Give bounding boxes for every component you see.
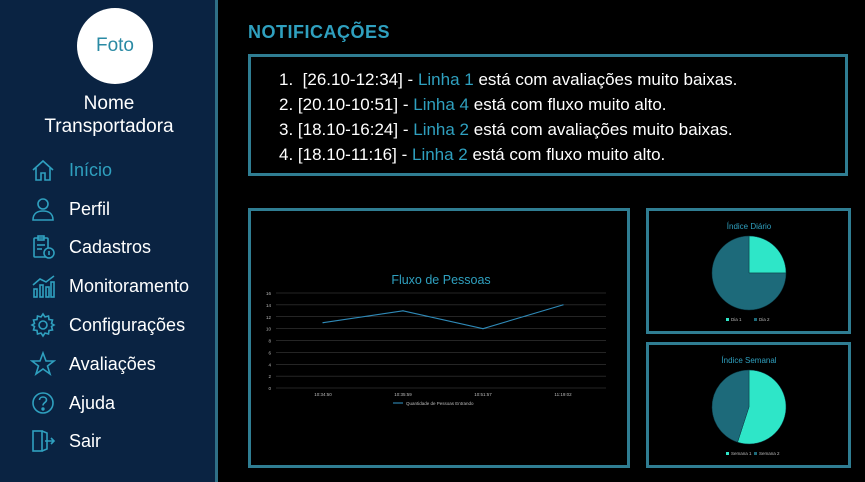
sidebar: Foto Nome Transportadora Início Perfil C… bbox=[0, 0, 218, 482]
notification-timestamp: [26.10-12:34] - bbox=[302, 70, 414, 89]
notification-timestamp: [18.10-16:24] - bbox=[297, 120, 409, 139]
notification-text: está com fluxo muito alto. bbox=[472, 145, 666, 164]
weekly-index-pie-chart: Índice Semanal Semana 1 Semana 2 bbox=[711, 356, 787, 456]
sidebar-item-cadastros[interactable]: Cadastros bbox=[30, 232, 215, 262]
company-name-line2: Transportadora bbox=[44, 116, 174, 137]
notification-text: está com avaliações muito baixas. bbox=[478, 70, 738, 89]
notification-item[interactable]: 1. [26.10-12:34] - Linha 1 está com aval… bbox=[279, 67, 737, 92]
y-tick-label: 10 bbox=[266, 327, 272, 332]
notification-line-link[interactable]: Linha 2 bbox=[412, 145, 468, 164]
data-point bbox=[562, 304, 564, 306]
sidebar-item-perfil[interactable]: Perfil bbox=[30, 194, 215, 224]
data-point bbox=[482, 328, 484, 330]
legend-label: Dia 1 bbox=[731, 317, 742, 322]
logout-icon bbox=[32, 430, 56, 452]
notification-line-link[interactable]: Linha 4 bbox=[413, 95, 469, 114]
y-tick-label: 8 bbox=[268, 339, 271, 344]
flow-chart-panel: Fluxo de Pessoas 0 2 4 6 8 10 12 14 16 10:34:50 10:… bbox=[248, 208, 630, 468]
weekly-index-panel: Índice Semanal Semana 1 Semana 2 bbox=[646, 342, 851, 468]
avatar[interactable]: Foto bbox=[77, 8, 153, 84]
sidebar-item-sair[interactable]: Sair bbox=[30, 426, 215, 456]
sidebar-item-label: Ajuda bbox=[69, 392, 116, 413]
sidebar-item-monitoramento[interactable]: Monitoramento bbox=[30, 271, 215, 301]
notification-timestamp: [18.10-11:16] - bbox=[297, 145, 408, 164]
flow-line-chart: Fluxo de Pessoas 0 2 4 6 8 10 12 14 16 10:34:50 10:… bbox=[266, 273, 606, 406]
legend-label: Quantidade de Pessoas Entrando bbox=[406, 401, 474, 406]
pie-slice bbox=[748, 235, 787, 274]
legend-swatch bbox=[726, 452, 729, 455]
notification-line-link[interactable]: Linha 2 bbox=[413, 120, 469, 139]
notification-number: 4. bbox=[279, 145, 294, 164]
company-name-line1: Nome bbox=[83, 93, 135, 114]
chart-icon bbox=[32, 275, 55, 298]
notification-text: está com fluxo muito alto. bbox=[473, 95, 667, 114]
chart-title: Índice Diário bbox=[727, 222, 772, 231]
star-icon bbox=[30, 351, 56, 377]
notification-item[interactable]: 3. [18.10-16:24] - Linha 2 está com aval… bbox=[279, 117, 737, 142]
y-tick-label: 16 bbox=[266, 291, 272, 296]
y-tick-label: 4 bbox=[268, 362, 271, 367]
notification-number: 3. bbox=[279, 120, 294, 139]
help-icon bbox=[32, 392, 54, 414]
notification-timestamp: [20.10-10:51] - bbox=[297, 95, 409, 114]
y-tick-label: 12 bbox=[266, 315, 272, 320]
daily-index-pie-chart: Índice Diário Dia 1 Dia 2 bbox=[711, 222, 787, 322]
x-tick-label: 10:35:59 bbox=[394, 392, 412, 397]
legend-swatch bbox=[754, 318, 757, 321]
notifications-title: NOTIFICAÇÕES bbox=[248, 22, 391, 42]
home-icon bbox=[32, 159, 54, 181]
legend-swatch bbox=[726, 318, 729, 321]
notifications-list: 1. [26.10-12:34] - Linha 1 está com aval… bbox=[279, 67, 737, 167]
avatar-label: Foto bbox=[95, 35, 135, 56]
sidebar-item-label: Sair bbox=[69, 430, 102, 451]
x-tick-label: 10:34:50 bbox=[314, 392, 332, 397]
notification-number: 2. bbox=[279, 95, 294, 114]
sidebar-item-configuracoes[interactable]: Configurações bbox=[30, 310, 215, 340]
sidebar-item-inicio[interactable]: Início bbox=[30, 155, 215, 185]
y-tick-label: 0 bbox=[268, 386, 271, 391]
sidebar-item-label: Avaliações bbox=[69, 353, 156, 374]
user-icon bbox=[32, 198, 54, 221]
notification-item[interactable]: 2. [20.10-10:51] - Linha 4 está com flux… bbox=[279, 92, 737, 117]
legend-label: Dia 2 bbox=[759, 317, 770, 322]
daily-index-panel: Índice Diário Dia 1 Dia 2 bbox=[646, 208, 851, 334]
notification-item[interactable]: 4. [18.10-11:16] - Linha 2 está com flux… bbox=[279, 142, 737, 167]
sidebar-item-label: Monitoramento bbox=[69, 275, 190, 296]
chart-title: Índice Semanal bbox=[721, 356, 776, 365]
sidebar-item-label: Cadastros bbox=[69, 236, 152, 257]
sidebar-item-label: Perfil bbox=[69, 198, 111, 219]
notification-line-link[interactable]: Linha 1 bbox=[418, 70, 474, 89]
data-point bbox=[322, 322, 324, 324]
chart-title: Fluxo de Pessoas bbox=[391, 273, 490, 287]
company-name: Nome Transportadora bbox=[0, 92, 218, 138]
legend-label: Semana 2 bbox=[759, 451, 780, 456]
clipboard-icon bbox=[33, 235, 55, 259]
sidebar-item-avaliacoes[interactable]: Avaliações bbox=[30, 349, 215, 379]
gear-icon bbox=[30, 312, 56, 338]
notification-text: está com avaliações muito baixas. bbox=[473, 120, 733, 139]
sidebar-item-label: Início bbox=[69, 159, 113, 180]
legend-swatch bbox=[754, 452, 757, 455]
y-tick-label: 6 bbox=[268, 350, 271, 355]
notification-number: 1. bbox=[279, 70, 294, 89]
data-point bbox=[402, 310, 404, 312]
sidebar-item-ajuda[interactable]: Ajuda bbox=[30, 388, 215, 418]
legend-label: Semana 1 bbox=[731, 451, 752, 456]
x-tick-label: 10:51:57 bbox=[474, 392, 492, 397]
y-tick-label: 14 bbox=[266, 303, 272, 308]
y-tick-label: 2 bbox=[268, 374, 271, 379]
notifications-panel: 1. [26.10-12:34] - Linha 1 está com aval… bbox=[248, 54, 848, 176]
sidebar-item-label: Configurações bbox=[69, 314, 186, 335]
x-tick-label: 11:19:02 bbox=[554, 392, 572, 397]
